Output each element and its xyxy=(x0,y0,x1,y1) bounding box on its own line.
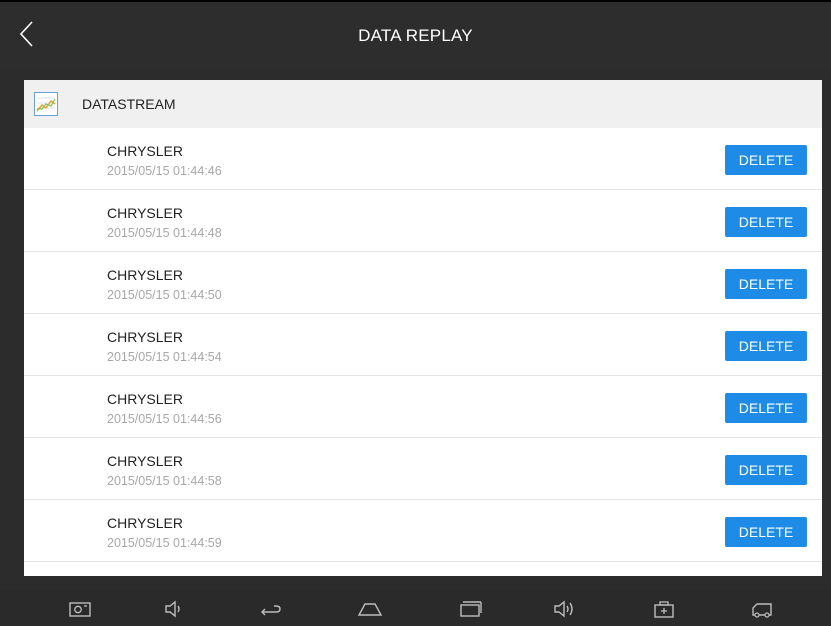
back-icon[interactable] xyxy=(256,598,284,620)
record-name: CHRYSLER xyxy=(107,205,183,221)
delete-button[interactable]: DELETE xyxy=(725,207,807,237)
list-item[interactable]: CHRYSLER 2015/05/15 01:44:48 DELETE xyxy=(24,190,822,252)
record-date: 2015/05/15 01:44:50 xyxy=(107,288,222,302)
record-name: CHRYSLER xyxy=(107,143,183,159)
top-bar: DATA REPLAY xyxy=(0,4,831,68)
record-name: CHRYSLER xyxy=(107,329,183,345)
delete-button[interactable]: DELETE xyxy=(725,269,807,299)
list-item[interactable]: CHRYSLER 2015/05/15 01:44:50 DELETE xyxy=(24,252,822,314)
app-frame: DATA REPLAY DATASTREAM CHRYSLER 2015/05/… xyxy=(0,0,831,626)
system-nav-bar xyxy=(0,590,831,626)
recent-apps-icon[interactable] xyxy=(456,598,484,620)
delete-button[interactable]: DELETE xyxy=(725,455,807,485)
record-name: CHRYSLER xyxy=(107,267,183,283)
section-title: DATASTREAM xyxy=(82,96,176,112)
record-date: 2015/05/15 01:44:46 xyxy=(107,164,222,178)
record-date: 2015/05/15 01:44:48 xyxy=(107,226,222,240)
delete-button[interactable]: DELETE xyxy=(725,517,807,547)
volume-up-icon[interactable] xyxy=(551,598,579,620)
section-header: DATASTREAM xyxy=(24,80,822,128)
volume-down-icon[interactable] xyxy=(160,598,188,620)
record-list: CHRYSLER 2015/05/15 01:44:46 DELETE CHRY… xyxy=(24,128,822,562)
list-item[interactable]: CHRYSLER 2015/05/15 01:44:46 DELETE xyxy=(24,128,822,190)
list-item[interactable]: CHRYSLER 2015/05/15 01:44:56 DELETE xyxy=(24,376,822,438)
record-name: CHRYSLER xyxy=(107,391,183,407)
vci-icon[interactable] xyxy=(748,598,776,620)
record-name: CHRYSLER xyxy=(107,515,183,531)
chart-icon xyxy=(34,92,58,116)
list-item[interactable]: CHRYSLER 2015/05/15 01:44:58 DELETE xyxy=(24,438,822,500)
delete-button[interactable]: DELETE xyxy=(725,145,807,175)
toolbox-icon[interactable] xyxy=(650,598,678,620)
page-title: DATA REPLAY xyxy=(358,26,473,45)
content-panel: DATASTREAM CHRYSLER 2015/05/15 01:44:46 … xyxy=(24,80,822,576)
record-date: 2015/05/15 01:44:54 xyxy=(107,350,222,364)
screenshot-icon[interactable] xyxy=(66,598,94,620)
home-icon[interactable] xyxy=(356,598,384,620)
record-date: 2015/05/15 01:44:56 xyxy=(107,412,222,426)
delete-button[interactable]: DELETE xyxy=(725,393,807,423)
record-name: CHRYSLER xyxy=(107,453,183,469)
record-date: 2015/05/15 01:44:59 xyxy=(107,536,222,550)
delete-button[interactable]: DELETE xyxy=(725,331,807,361)
record-date: 2015/05/15 01:44:58 xyxy=(107,474,222,488)
list-item[interactable]: CHRYSLER 2015/05/15 01:44:59 DELETE xyxy=(24,500,822,562)
list-item[interactable]: CHRYSLER 2015/05/15 01:44:54 DELETE xyxy=(24,314,822,376)
